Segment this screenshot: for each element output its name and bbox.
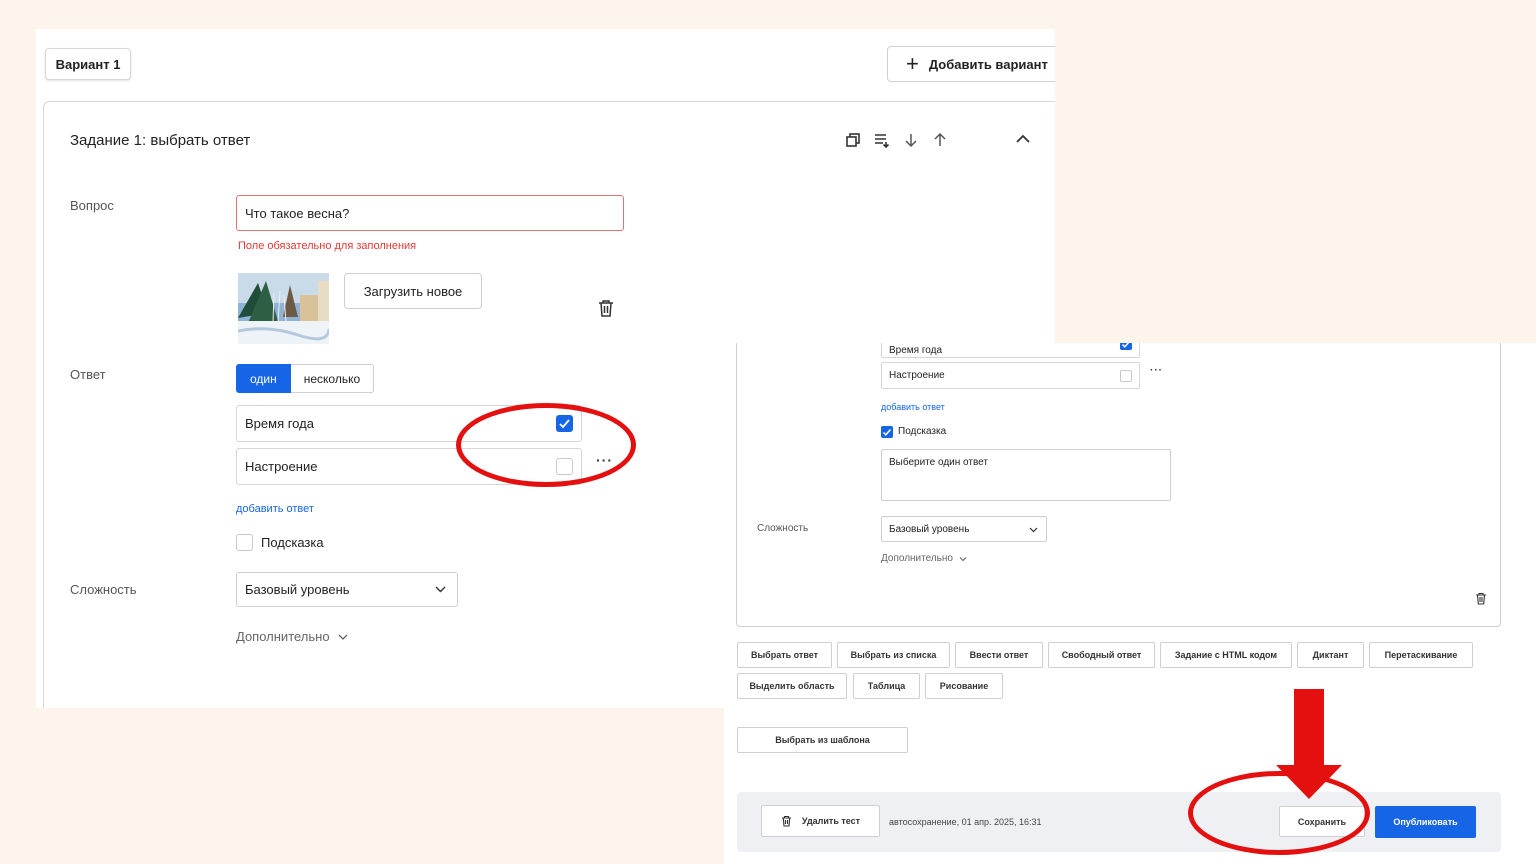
hint-checkbox[interactable]: [881, 426, 893, 438]
task-type-button[interactable]: Выбрать из списка: [837, 642, 950, 668]
answer-label: Ответ: [70, 367, 106, 382]
answer-text: Настроение: [889, 370, 945, 381]
error-text: Поле обязательно для заполнения: [238, 240, 417, 252]
task-type-button[interactable]: Перетаскивание: [1369, 642, 1473, 668]
extra-label: Дополнительно: [236, 629, 330, 644]
difficulty-select[interactable]: Базовый уровень: [881, 516, 1047, 542]
add-variant-label: Добавить вариант: [928, 56, 1048, 72]
arrow-up-icon[interactable]: [931, 131, 948, 148]
hint-checkbox[interactable]: [236, 534, 253, 551]
hint-label: Подсказка: [261, 535, 324, 550]
difficulty-label: Сложность: [757, 523, 809, 534]
trash-icon[interactable]: [1475, 592, 1487, 605]
more-options-icon[interactable]: ···: [1150, 365, 1163, 376]
arrow-down-icon: [1276, 689, 1342, 799]
task-title: Задание 1: выбрать ответ: [70, 132, 251, 149]
answer-text: Время года: [889, 345, 943, 356]
choose-template-button[interactable]: Выбрать из шаблона: [737, 727, 908, 753]
chevron-up-icon[interactable]: [1014, 130, 1032, 148]
arrow-down-icon[interactable]: [902, 131, 919, 148]
task-toolbar: [844, 131, 948, 148]
answer-correct-checkbox[interactable]: [1120, 370, 1132, 382]
chevron-down-icon: [1029, 527, 1038, 533]
question-label: Вопрос: [70, 198, 114, 213]
hint-textarea[interactable]: Выберите один ответ: [881, 449, 1171, 501]
extra-toggle[interactable]: Дополнительно: [236, 629, 348, 644]
plus-icon: +: [906, 51, 919, 76]
delete-test-button[interactable]: Удалить тест: [761, 805, 880, 837]
answer-text: Настроение: [245, 459, 318, 474]
check-icon: [1121, 343, 1130, 348]
task-card: Время года Настроение ··· добавить ответ…: [736, 343, 1501, 627]
question-input[interactable]: [236, 195, 624, 231]
highlight-ellipse-checkboxes: [456, 403, 636, 487]
check-icon: [882, 429, 892, 436]
mode-single-button[interactable]: один: [236, 364, 291, 393]
publish-button[interactable]: Опубликовать: [1375, 806, 1476, 838]
trash-icon[interactable]: [598, 299, 614, 317]
task-type-button[interactable]: Ввести ответ: [955, 642, 1043, 668]
task-type-button[interactable]: Рисование: [925, 673, 1003, 699]
task-type-button[interactable]: Диктант: [1297, 642, 1364, 668]
task-type-button[interactable]: Таблица: [853, 673, 920, 699]
task-type-button[interactable]: Задание с HTML кодом: [1160, 642, 1292, 668]
extra-toggle[interactable]: Дополнительно: [881, 553, 967, 564]
add-answer-link[interactable]: добавить ответ: [236, 503, 314, 515]
task-type-button[interactable]: Выбрать ответ: [737, 642, 832, 668]
question-image: [238, 273, 329, 344]
trash-icon: [781, 815, 791, 827]
variant-tab[interactable]: Вариант 1: [45, 48, 131, 80]
difficulty-value: Базовый уровень: [889, 523, 970, 535]
difficulty-select[interactable]: Базовый уровень: [236, 572, 458, 607]
difficulty-value: Базовый уровень: [245, 582, 350, 597]
task-type-button[interactable]: Выделить область: [737, 673, 847, 699]
upload-new-button[interactable]: Загрузить новое: [344, 273, 482, 309]
list-icon[interactable]: [873, 131, 890, 148]
answer-mode-toggle: один несколько: [236, 364, 375, 393]
answer-option[interactable]: Время года: [881, 343, 1140, 358]
extra-label: Дополнительно: [881, 553, 953, 564]
add-variant-button[interactable]: + Добавить вариант: [887, 46, 1055, 82]
answer-option[interactable]: Настроение: [881, 362, 1140, 389]
delete-test-label: Удалить тест: [801, 816, 861, 826]
answer-text: Время года: [245, 416, 314, 431]
difficulty-label: Сложность: [70, 582, 137, 597]
task-type-button[interactable]: Свободный ответ: [1048, 642, 1155, 668]
chevron-down-icon: [435, 586, 446, 593]
hint-label: Подсказка: [898, 426, 947, 437]
copy-icon[interactable]: [844, 131, 861, 148]
mode-multi-button[interactable]: несколько: [290, 364, 375, 393]
answer-correct-checkbox[interactable]: [1120, 343, 1132, 350]
footer-bar: Удалить тест автосохранение, 01 апр. 202…: [737, 792, 1501, 852]
chevron-down-icon: [959, 556, 967, 561]
editor-screenshot-bottom: Время года Настроение ··· добавить ответ…: [724, 343, 1536, 864]
autosave-status: автосохранение, 01 апр. 2025, 16:31: [889, 817, 1042, 827]
hint-toggle[interactable]: Подсказка: [236, 534, 324, 551]
chevron-down-icon: [338, 634, 348, 640]
add-answer-link[interactable]: добавить ответ: [881, 402, 945, 412]
